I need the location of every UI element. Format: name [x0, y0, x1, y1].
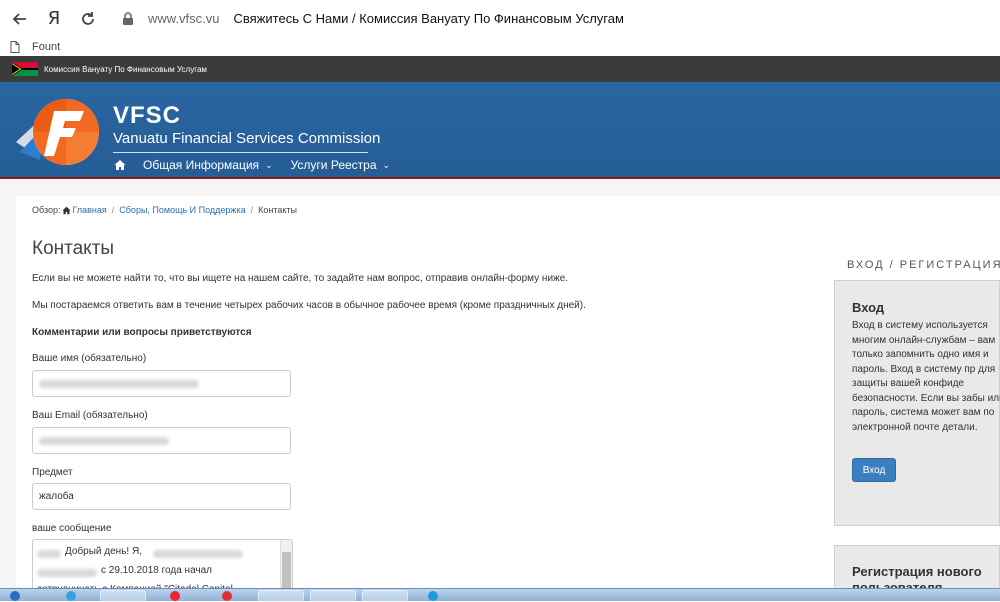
vfsc-logo[interactable] [14, 94, 104, 174]
breadcrumb-prefix: Обзор: [32, 205, 61, 215]
email-label: Ваш Email (обязательно) [32, 410, 148, 421]
login-button[interactable]: Вход [852, 458, 896, 482]
browser-toolbar: Я www.vfsc.vu Свяжитесь С Нами / Комисси… [0, 0, 1000, 38]
nav-general-info-label: Общая Информация [143, 158, 260, 172]
redacted-text [37, 550, 61, 558]
nav-general-info[interactable]: Общая Информация ⌄ [143, 158, 273, 172]
redacted-text [39, 380, 199, 388]
arrow-left-icon [12, 12, 26, 25]
brand-divider [113, 152, 368, 153]
main-nav: Общая Информация ⌄ Услуги Реестра ⌄ [114, 158, 408, 172]
lock-icon[interactable] [120, 11, 136, 27]
gov-strip-text[interactable]: Комиссия Вануату По Финансовым Услугам [44, 65, 207, 74]
home-icon[interactable] [114, 159, 126, 171]
redacted-text [39, 437, 169, 445]
brand-title: VFSC [113, 102, 182, 129]
subject-value: жалоба [39, 491, 74, 502]
breadcrumb-fees[interactable]: Сборы, Помощь И Поддержка [119, 205, 245, 215]
login-description: Вход в систему используется многим онлай… [852, 320, 1000, 433]
login-panel: Вход Вход в систему используется многим … [834, 280, 1000, 526]
taskbar-item[interactable] [310, 590, 356, 602]
taskbar-item[interactable] [362, 590, 408, 602]
comments-heading: Комментарии или вопросы приветствуются [32, 327, 252, 338]
breadcrumb-home[interactable]: Главная [73, 205, 107, 215]
breadcrumb-separator: / [250, 205, 254, 215]
chevron-down-icon: ⌄ [265, 159, 273, 170]
document-icon [10, 40, 20, 53]
name-label: Ваше имя (обязательно) [32, 353, 147, 364]
message-line-1: Добрый день! Я, [65, 546, 142, 557]
nav-registry-services[interactable]: Услуги Реестра ⌄ [291, 158, 390, 172]
reload-icon [82, 11, 94, 25]
bookmarks-bar: Fount [0, 37, 1000, 56]
reload-button[interactable] [74, 5, 102, 33]
yandex-label: Я [47, 8, 61, 29]
taskbar-item[interactable] [258, 590, 304, 602]
home-icon [61, 206, 71, 214]
name-input[interactable] [32, 370, 291, 397]
gov-strip: Комиссия Вануату По Финансовым Услугам [0, 56, 1000, 82]
yandex-button[interactable]: Я [40, 5, 68, 33]
sidebar-heading: ВХОД / РЕГИСТРАЦИЯ [834, 258, 1000, 272]
taskbar-item[interactable] [100, 590, 146, 602]
subject-input[interactable]: жалоба [32, 483, 291, 510]
back-button[interactable] [6, 5, 34, 33]
chevron-down-icon: ⌄ [382, 159, 391, 170]
breadcrumb-separator: / [111, 205, 115, 215]
os-taskbar [0, 588, 1000, 602]
vanuatu-flag-icon [12, 62, 38, 76]
redacted-text [153, 550, 243, 558]
intro-paragraph-1: Если вы не можете найти то, что вы ищете… [32, 273, 569, 284]
email-input[interactable] [32, 427, 291, 454]
nav-registry-services-label: Услуги Реестра [290, 158, 377, 172]
bookmark-item[interactable]: Fount [10, 40, 61, 53]
redacted-text [37, 569, 97, 577]
address-bar-url[interactable]: www.vfsc.vu [148, 11, 220, 26]
page-title: Контакты [32, 238, 115, 259]
login-title: Вход [852, 300, 885, 315]
bookmark-label: Fount [32, 40, 61, 53]
sidebar-title: ВХОД / РЕГИСТРАЦИЯ [847, 259, 1000, 271]
message-label: ваше сообщение [32, 523, 112, 534]
address-bar-title[interactable]: Свяжитесь С Нами / Комиссия Вануату По Ф… [234, 11, 624, 26]
message-line-2: с 29.10.2018 года начал [101, 565, 213, 576]
breadcrumb-current: Контакты [258, 205, 297, 215]
scrollbar-thumb[interactable] [282, 552, 291, 592]
site-header: VFSC Vanuatu Financial Services Commissi… [0, 82, 1000, 179]
breadcrumb: Обзор: Главная / Сборы, Помощь И Поддерж… [32, 205, 297, 215]
brand-subtitle: Vanuatu Financial Services Commission [113, 130, 381, 147]
subject-label: Предмет [32, 467, 73, 478]
intro-paragraph-2: Мы постараемся ответить вам в течение че… [32, 300, 586, 311]
